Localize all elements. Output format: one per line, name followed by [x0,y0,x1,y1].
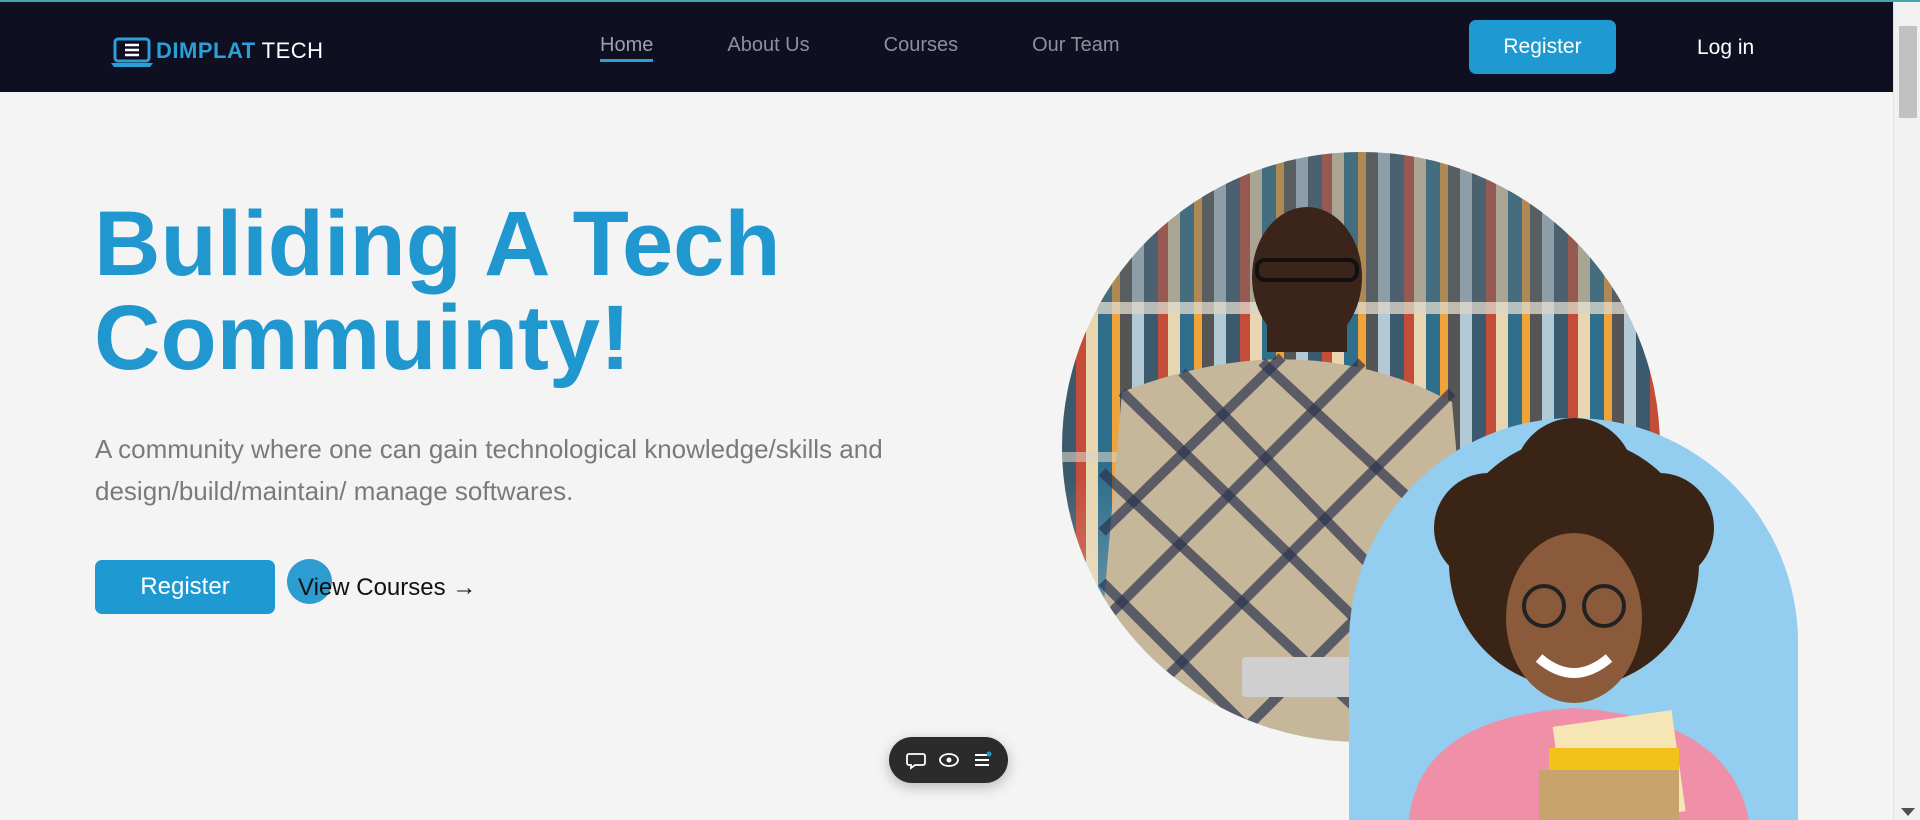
nav-links: Home About Us Courses Our Team [600,34,1194,62]
navbar: DIMPLAT TECH Home About Us Courses Our T… [0,0,1893,92]
scroll-down-arrow-icon[interactable] [1901,808,1915,816]
logo[interactable]: DIMPLAT TECH [110,33,324,69]
page-scrollbar[interactable] [1893,0,1920,820]
hero-photo-woman [1349,418,1798,820]
logo-text-dimplat: DIMPLAT [156,38,256,63]
hero-title-line-1: Buliding A Tech [94,193,781,295]
hero-register-button[interactable]: Register [95,560,275,614]
hero-title-line-2: Commuinty! [94,287,631,389]
chat-icon[interactable] [905,749,927,771]
header-register-button[interactable]: Register [1469,20,1616,74]
logo-laptop-icon [110,33,154,69]
eye-icon[interactable] [938,749,960,771]
nav-home[interactable]: Home [600,34,654,62]
menu-icon[interactable] [971,749,993,771]
hero-title: Buliding A Tech Commuinty! [94,197,854,385]
header-login-link[interactable]: Log in [1697,36,1754,60]
view-courses-link[interactable]: View Courses → [298,574,476,602]
scrollbar-thumb[interactable] [1899,26,1917,118]
nav-our-team[interactable]: Our Team [1032,34,1119,62]
hero-description: A community where one can gain technolog… [95,434,883,506]
top-accent-line [0,0,1920,2]
floating-toolbar [889,737,1008,783]
logo-text-tech: TECH [261,38,324,63]
nav-about-us[interactable]: About Us [727,34,809,62]
nav-courses[interactable]: Courses [884,34,958,62]
